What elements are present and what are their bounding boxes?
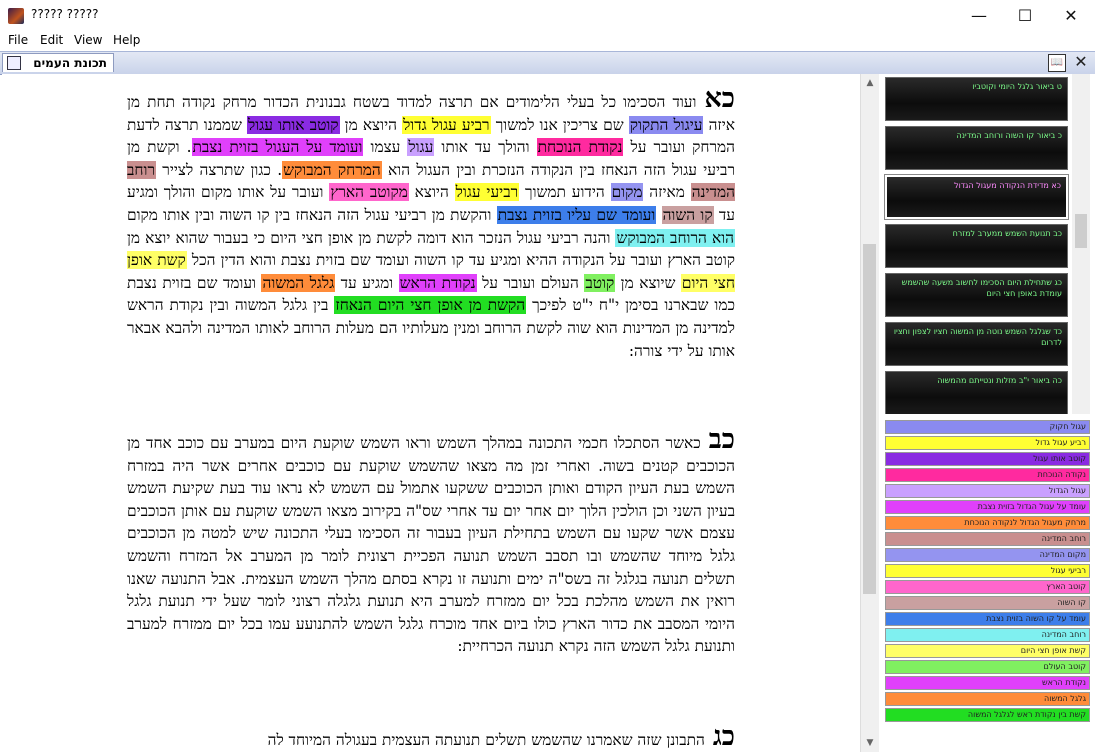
legend-item[interactable]: קוטב אותו עגול: [885, 452, 1090, 466]
window-title: ????? ?????: [31, 7, 99, 21]
legend-item[interactable]: רוחב המדינה: [885, 628, 1090, 642]
legend-item[interactable]: רביע עגול גדול: [885, 436, 1090, 450]
section-text: כאשר הסתכלו חכמי התכונה במהלך השמש וראו …: [127, 434, 735, 655]
maximize-button[interactable]: ☐: [1002, 0, 1048, 31]
legend-item[interactable]: עומד על קו השוה בזוית נצבת: [885, 612, 1090, 626]
text-run: הידוע תמשוך: [519, 183, 611, 202]
open-book-icon[interactable]: 📖: [1048, 54, 1066, 72]
chapter-card[interactable]: כג שתחילת היום הסכימו לחשוב משעה שהשמש ע…: [885, 273, 1068, 317]
legend-item[interactable]: עומד על עגול הגדול בזוית נצבת: [885, 500, 1090, 514]
highlighted-term[interactable]: גלגל המשוה: [261, 273, 336, 292]
text-run: מאיזה: [643, 183, 691, 202]
chapter-card[interactable]: כא מדידת הנקודה מעגול הגדול: [884, 174, 1069, 220]
legend-item[interactable]: קו השוה: [885, 596, 1090, 610]
text-run: והולך עד אותו: [434, 138, 537, 157]
reader-scrollbar[interactable]: ▲ ▼: [860, 74, 879, 752]
highlighted-term[interactable]: ועומד על העגול בזוית נצבת: [191, 138, 364, 157]
chapter-card[interactable]: כד שגלגל השמש נוטה מן המשוה חציו לצפון ו…: [885, 322, 1068, 366]
scroll-thumb[interactable]: [863, 244, 876, 594]
menu-file[interactable]: File: [8, 33, 28, 47]
text-run: כאשר הסתכלו חכמי התכונה במהלך השמש וראו …: [127, 434, 735, 656]
text-run: שיוצא מן: [615, 273, 681, 292]
highlighted-term[interactable]: נקודת הראש: [398, 273, 477, 292]
highlighted-term[interactable]: עיגול התקוק: [628, 115, 704, 134]
legend-item[interactable]: קוטב העולם: [885, 660, 1090, 674]
legend-item[interactable]: עגול חקוק: [885, 420, 1090, 434]
scroll-down-icon[interactable]: ▼: [861, 734, 879, 752]
close-button[interactable]: ✕: [1048, 0, 1094, 31]
highlighted-term[interactable]: קו השוה: [661, 205, 714, 224]
chapter-scroll-thumb[interactable]: [1075, 214, 1087, 248]
menu-help[interactable]: Help: [113, 33, 140, 47]
menu-view[interactable]: View: [74, 33, 102, 47]
section-text: ועוד הסכימו כל בעלי הלימודים אם תרצה למד…: [127, 93, 735, 360]
menu-bar: File Edit View Help: [0, 31, 1095, 51]
section-number: כג: [712, 721, 735, 752]
highlighted-term[interactable]: עגול: [407, 138, 435, 157]
highlighted-term[interactable]: הוא הרוחב המבוקש: [615, 228, 735, 247]
legend-item[interactable]: קשת בין נקודת ראש לגלגל המשוה: [885, 708, 1090, 722]
legend-item[interactable]: רוחב המדינה: [885, 532, 1090, 546]
highlighted-term[interactable]: מקום: [610, 183, 644, 202]
legend-item[interactable]: קוטב הארץ: [885, 580, 1090, 594]
minimize-button[interactable]: —: [956, 0, 1002, 31]
section-22: כבכאשר הסתכלו חכמי התכונה במהלך השמש ורא…: [127, 426, 735, 658]
text-run: והקשת מן רביעי עגול הזה הנאחז בין קו השו…: [127, 205, 497, 224]
scroll-up-icon[interactable]: ▲: [861, 74, 879, 92]
section-21: כאועוד הסכימו כל בעלי הלימודים אם תרצה ל…: [127, 85, 735, 362]
highlighted-term[interactable]: קוטב: [584, 273, 616, 292]
highlighted-term[interactable]: רביע עגול גדול: [402, 115, 491, 134]
text-run: [656, 206, 661, 224]
highlighted-term[interactable]: קוטב אותו עגול: [247, 115, 340, 134]
book-icon: [7, 56, 21, 70]
tab-book[interactable]: תכונת העמים: [2, 53, 114, 72]
section-number: כא: [704, 83, 735, 114]
legend-item[interactable]: עגול הגדול: [885, 484, 1090, 498]
chapter-list-scrollbar[interactable]: [1072, 74, 1090, 414]
menu-edit[interactable]: Edit: [40, 33, 63, 47]
legend-item[interactable]: גלגל המשוה: [885, 692, 1090, 706]
legend-item[interactable]: רביעי עגול: [885, 564, 1090, 578]
legend-item[interactable]: נקודה הנוכחת: [885, 468, 1090, 482]
text-run: העולם ועובר על: [476, 273, 585, 292]
text-run: היוצא: [408, 183, 455, 202]
title-bar: ????? ????? — ☐ ✕: [0, 0, 1095, 32]
highlight-legend: עגול חקוק רביע עגול גדול קוטב אותו עגול נקו…: [883, 420, 1093, 730]
chapter-card[interactable]: כ ביאור קו השוה ורוחב המדינה: [885, 126, 1068, 170]
chapter-card[interactable]: כה ביאור י"ב מזלות ונטייתם מהמשוה: [885, 371, 1068, 414]
chapter-list: יט ביאור גלגל המזלותט ביאור גלגל היומי ו…: [882, 74, 1072, 414]
legend-item[interactable]: קשת אופן חצי היום: [885, 644, 1090, 658]
highlighted-term[interactable]: המרחק המבוקש: [282, 160, 382, 179]
toolbar: תכונת העמים 📖 ✕: [0, 51, 1095, 75]
highlighted-term[interactable]: הקשת מן אופן חצי היום הנאחז: [334, 296, 527, 315]
app-icon: [8, 8, 24, 24]
text-run: . כגון שתרצה לצייר: [156, 160, 283, 179]
legend-item[interactable]: מרחק מעגול הגדול לנקודה הנוכחת: [885, 516, 1090, 530]
text-run: היוצא מן: [339, 115, 403, 134]
section-23: כג התבונן שזה שאמרנו שהשמש תשלים תנועתה ה…: [127, 723, 735, 752]
reader-pane: כאועוד הסכימו כל בעלי הלימודים אם תרצה ל…: [2, 74, 861, 752]
legend-item[interactable]: נקודת הראש: [885, 676, 1090, 690]
highlighted-term[interactable]: נקודת הנוכחת: [536, 138, 624, 157]
highlighted-term[interactable]: ועומד שם עליו בזוית נצבת: [496, 205, 657, 224]
close-tab-icon[interactable]: ✕: [1072, 53, 1090, 71]
section-number: כב: [708, 424, 735, 455]
text-run: התבונן שזה שאמרנו שהשמש תשלים תנועתה העצ…: [267, 731, 705, 749]
tab-label: תכונת העמים: [33, 56, 107, 70]
text-run: שם צריכין אנו למשוך: [490, 115, 629, 134]
legend-item[interactable]: מקום המדינה: [885, 548, 1090, 562]
section-text: התבונן שזה שאמרנו שהשמש תשלים תנועתה העצ…: [268, 731, 705, 749]
highlighted-term[interactable]: רביעי עגול: [454, 183, 520, 202]
chapter-card[interactable]: ט ביאור גלגל היומי וקוטביו: [885, 77, 1068, 121]
chapter-card[interactable]: כב תנועת השמש ממערב למזרח: [885, 224, 1068, 268]
text-run: ומגיע עד: [335, 273, 399, 292]
highlighted-term[interactable]: מקוטב הארץ: [329, 183, 409, 202]
text-run: עצמו: [363, 138, 408, 157]
